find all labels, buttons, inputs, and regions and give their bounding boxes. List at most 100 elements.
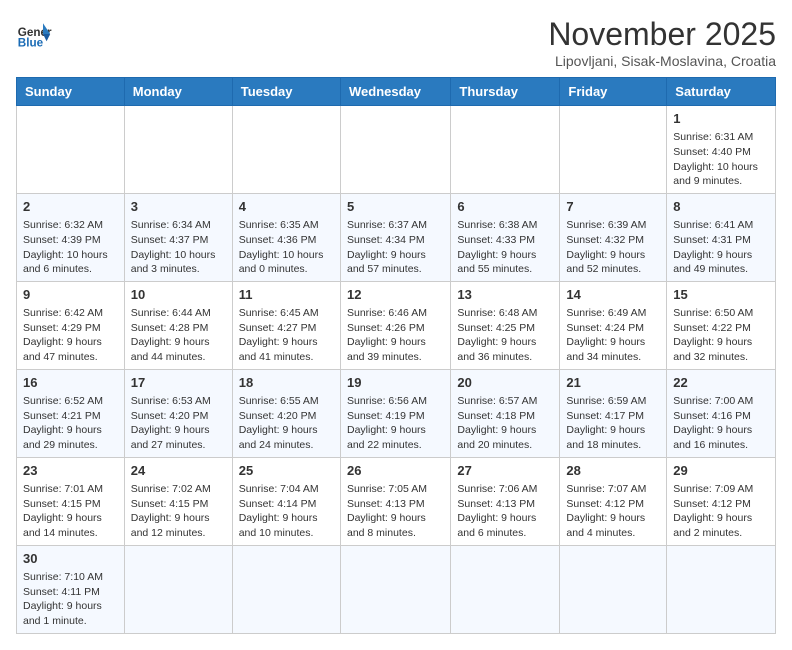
month-title: November 2025 [548,16,776,53]
col-header-tuesday: Tuesday [232,78,340,106]
day-info: Sunrise: 6:53 AM [131,394,226,409]
day-info: Daylight: 10 hours and 3 minutes. [131,248,226,277]
title-block: November 2025 Lipovljani, Sisak-Moslavin… [548,16,776,69]
logo: General Blue [16,16,52,52]
calendar-cell [451,545,560,633]
day-info: Sunrise: 6:41 AM [673,218,769,233]
day-number: 12 [347,286,444,304]
day-info: Daylight: 9 hours and 12 minutes. [131,511,226,540]
calendar-cell: 23Sunrise: 7:01 AMSunset: 4:15 PMDayligh… [17,457,125,545]
day-info: Sunrise: 6:50 AM [673,306,769,321]
calendar-cell: 7Sunrise: 6:39 AMSunset: 4:32 PMDaylight… [560,193,667,281]
calendar-cell: 19Sunrise: 6:56 AMSunset: 4:19 PMDayligh… [340,369,450,457]
day-info: Daylight: 9 hours and 39 minutes. [347,335,444,364]
col-header-wednesday: Wednesday [340,78,450,106]
col-header-saturday: Saturday [667,78,776,106]
calendar-week-3: 9Sunrise: 6:42 AMSunset: 4:29 PMDaylight… [17,281,776,369]
day-number: 1 [673,110,769,128]
calendar-cell [232,106,340,194]
day-info: Sunset: 4:40 PM [673,145,769,160]
day-info: Daylight: 9 hours and 6 minutes. [457,511,553,540]
day-info: Sunrise: 6:46 AM [347,306,444,321]
calendar-cell [451,106,560,194]
calendar-cell: 11Sunrise: 6:45 AMSunset: 4:27 PMDayligh… [232,281,340,369]
day-info: Sunrise: 6:45 AM [239,306,334,321]
day-info: Daylight: 9 hours and 22 minutes. [347,423,444,452]
day-number: 18 [239,374,334,392]
calendar-cell [560,106,667,194]
day-info: Sunset: 4:17 PM [566,409,660,424]
day-info: Sunrise: 6:48 AM [457,306,553,321]
day-number: 4 [239,198,334,216]
day-info: Daylight: 9 hours and 49 minutes. [673,248,769,277]
day-info: Sunrise: 7:00 AM [673,394,769,409]
day-number: 24 [131,462,226,480]
day-number: 5 [347,198,444,216]
day-info: Sunrise: 6:34 AM [131,218,226,233]
day-info: Sunrise: 6:55 AM [239,394,334,409]
day-info: Daylight: 9 hours and 18 minutes. [566,423,660,452]
col-header-friday: Friday [560,78,667,106]
calendar-cell: 27Sunrise: 7:06 AMSunset: 4:13 PMDayligh… [451,457,560,545]
day-info: Daylight: 9 hours and 20 minutes. [457,423,553,452]
logo-icon: General Blue [16,16,52,52]
day-info: Daylight: 10 hours and 0 minutes. [239,248,334,277]
day-number: 14 [566,286,660,304]
day-info: Sunrise: 6:42 AM [23,306,118,321]
day-number: 13 [457,286,553,304]
day-number: 8 [673,198,769,216]
day-info: Sunset: 4:19 PM [347,409,444,424]
day-number: 3 [131,198,226,216]
day-info: Sunrise: 6:35 AM [239,218,334,233]
day-number: 22 [673,374,769,392]
calendar-cell: 18Sunrise: 6:55 AMSunset: 4:20 PMDayligh… [232,369,340,457]
day-info: Daylight: 9 hours and 8 minutes. [347,511,444,540]
day-info: Sunset: 4:25 PM [457,321,553,336]
day-number: 9 [23,286,118,304]
calendar-cell: 15Sunrise: 6:50 AMSunset: 4:22 PMDayligh… [667,281,776,369]
day-info: Daylight: 10 hours and 9 minutes. [673,160,769,189]
day-info: Sunrise: 6:39 AM [566,218,660,233]
day-info: Sunrise: 7:09 AM [673,482,769,497]
calendar-cell: 17Sunrise: 6:53 AMSunset: 4:20 PMDayligh… [124,369,232,457]
day-info: Sunset: 4:14 PM [239,497,334,512]
calendar-week-6: 30Sunrise: 7:10 AMSunset: 4:11 PMDayligh… [17,545,776,633]
day-number: 19 [347,374,444,392]
day-number: 6 [457,198,553,216]
day-info: Sunset: 4:20 PM [131,409,226,424]
day-info: Daylight: 9 hours and 16 minutes. [673,423,769,452]
day-info: Sunset: 4:36 PM [239,233,334,248]
day-info: Sunset: 4:11 PM [23,585,118,600]
location: Lipovljani, Sisak-Moslavina, Croatia [548,53,776,69]
calendar-cell [340,106,450,194]
day-info: Sunset: 4:12 PM [673,497,769,512]
day-info: Sunrise: 6:38 AM [457,218,553,233]
day-info: Sunset: 4:12 PM [566,497,660,512]
svg-text:Blue: Blue [18,37,44,50]
day-info: Sunrise: 6:57 AM [457,394,553,409]
day-info: Sunset: 4:13 PM [347,497,444,512]
day-info: Sunset: 4:15 PM [23,497,118,512]
day-info: Sunset: 4:21 PM [23,409,118,424]
calendar-cell: 9Sunrise: 6:42 AMSunset: 4:29 PMDaylight… [17,281,125,369]
col-header-thursday: Thursday [451,78,560,106]
day-info: Sunset: 4:22 PM [673,321,769,336]
day-number: 28 [566,462,660,480]
day-info: Sunset: 4:33 PM [457,233,553,248]
calendar-cell: 5Sunrise: 6:37 AMSunset: 4:34 PMDaylight… [340,193,450,281]
day-info: Sunrise: 7:07 AM [566,482,660,497]
day-info: Daylight: 9 hours and 41 minutes. [239,335,334,364]
day-info: Daylight: 9 hours and 4 minutes. [566,511,660,540]
day-number: 17 [131,374,226,392]
day-info: Sunset: 4:32 PM [566,233,660,248]
day-info: Sunrise: 6:49 AM [566,306,660,321]
day-info: Sunset: 4:27 PM [239,321,334,336]
calendar-cell: 30Sunrise: 7:10 AMSunset: 4:11 PMDayligh… [17,545,125,633]
calendar-header-row: SundayMondayTuesdayWednesdayThursdayFrid… [17,78,776,106]
calendar-week-2: 2Sunrise: 6:32 AMSunset: 4:39 PMDaylight… [17,193,776,281]
col-header-sunday: Sunday [17,78,125,106]
day-info: Sunrise: 7:01 AM [23,482,118,497]
day-info: Daylight: 9 hours and 32 minutes. [673,335,769,364]
day-info: Sunrise: 7:04 AM [239,482,334,497]
day-info: Sunrise: 6:52 AM [23,394,118,409]
